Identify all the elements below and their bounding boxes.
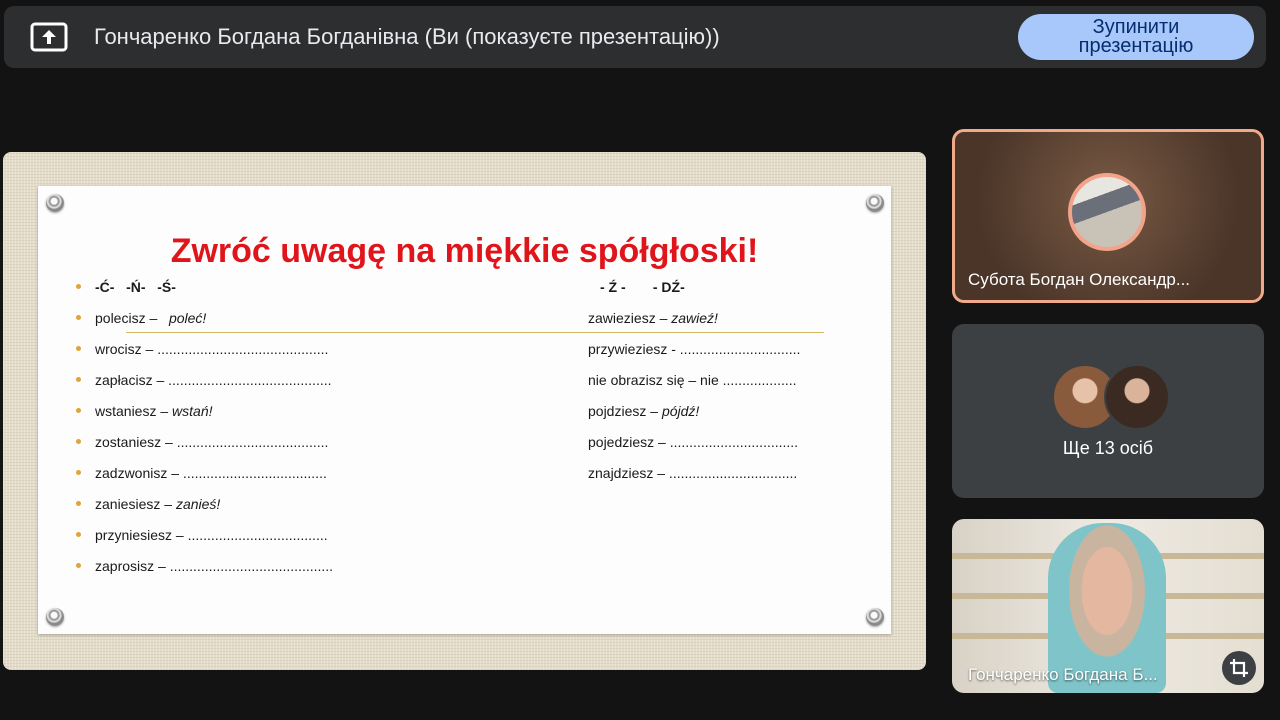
- bullet-icon: [76, 500, 81, 506]
- list-item: -Ć- -Ń- -Ś-: [76, 276, 576, 307]
- slide: Zwróć uwagę na miękkie spółgłoski! -Ć- -…: [38, 186, 891, 634]
- left-column: -Ć- -Ń- -Ś- polecisz – poleć! wrocisz – …: [76, 276, 576, 586]
- participant-tile-others[interactable]: Ще 13 осіб: [952, 324, 1264, 498]
- participant-name: Субота Богдан Олександр...: [968, 270, 1191, 289]
- stop-presenting-label: Зупинити презентацію: [1078, 16, 1194, 57]
- list-item: przyniesiesz – .........................…: [76, 524, 576, 555]
- list-item: zostaniesz – ...........................…: [76, 431, 576, 462]
- avatar-photo: [1072, 177, 1142, 247]
- pin-icon: [46, 194, 64, 212]
- participant-tile-self[interactable]: Гончаренко Богдана Б...: [952, 519, 1264, 693]
- bullet-icon: [76, 407, 81, 413]
- list-item: zawieziesz – zawieź!: [588, 310, 718, 326]
- list-item: nie obrazisz się – nie .................…: [588, 372, 797, 388]
- list-item: znajdziesz – ...........................…: [588, 465, 798, 481]
- avatar: [1068, 173, 1146, 251]
- list-item: polecisz – poleć!: [76, 307, 576, 338]
- list-item: wstaniesz – wstań!: [76, 400, 576, 431]
- list-item: pojedziesz – ...........................…: [588, 434, 799, 450]
- bullet-icon: [76, 376, 81, 382]
- bullet-icon: [76, 562, 81, 568]
- pin-icon: [866, 608, 884, 626]
- list-item: zaprosisz – ............................…: [76, 555, 576, 586]
- crop-icon: [1230, 659, 1248, 677]
- stop-presenting-button[interactable]: Зупинити презентацію: [1018, 14, 1254, 60]
- pin-icon: [46, 608, 64, 626]
- right-column: - Ź - - DŹ- zawieziesz – zawieź! przywie…: [588, 276, 888, 493]
- list-item: pojdziesz – pójdź!: [588, 403, 700, 419]
- present-to-all-icon: [30, 22, 68, 52]
- list-item: zaniesiesz – zanieś!: [76, 493, 576, 524]
- bullet-icon: [76, 469, 81, 475]
- presentation-bar: Гончаренко Богдана Богданівна (Ви (показ…: [4, 6, 1266, 68]
- bullet-icon: [76, 283, 81, 289]
- list-item: - Ź - - DŹ-: [600, 279, 685, 295]
- list-item: zadzwonisz – ...........................…: [76, 462, 576, 493]
- participant-name: Гончаренко Богдана Б...: [968, 665, 1158, 684]
- slide-title: Zwróć uwagę na miękkie spółgłoski!: [170, 232, 759, 270]
- list-item: wrocisz – ..............................…: [76, 338, 576, 369]
- list-item: przywieziesz - .........................…: [588, 341, 801, 357]
- bullet-icon: [76, 345, 81, 351]
- participant-tile-active-speaker[interactable]: Субота Богдан Олександр...: [952, 129, 1264, 303]
- pin-icon: [866, 194, 884, 212]
- avatar: [1104, 364, 1170, 430]
- more-participants-count: Ще 13 осіб: [1062, 438, 1154, 458]
- presentation-slide-area: Zwróć uwagę na miękkie spółgłoski! -Ć- -…: [3, 152, 926, 670]
- crop-video-button[interactable]: [1222, 651, 1256, 685]
- bullet-icon: [76, 314, 81, 320]
- presenting-status-title: Гончаренко Богдана Богданівна (Ви (показ…: [94, 24, 720, 49]
- bullet-icon: [76, 531, 81, 537]
- list-item: zapłacisz – ............................…: [76, 369, 576, 400]
- bullet-icon: [76, 438, 81, 444]
